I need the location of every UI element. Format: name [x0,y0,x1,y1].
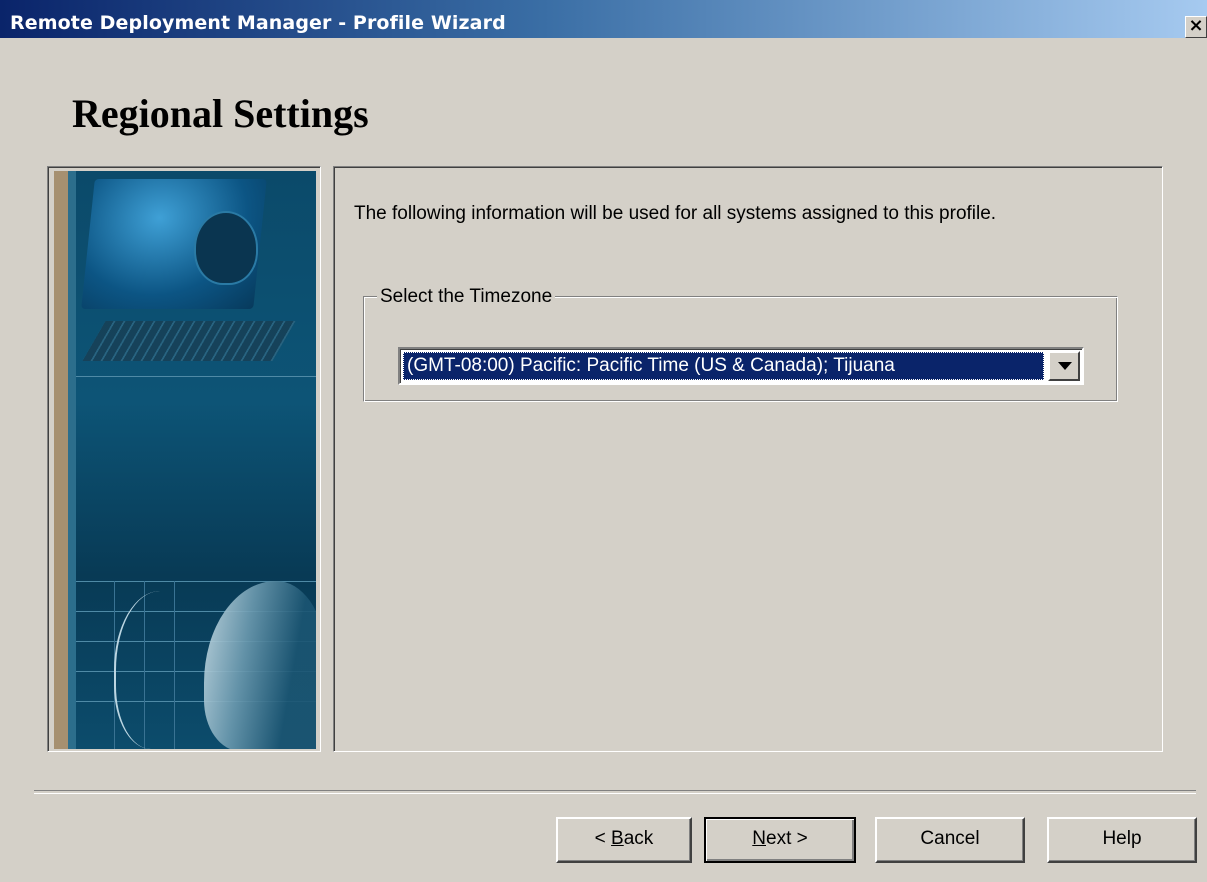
timezone-selected-value: (GMT-08:00) Pacific: Pacific Time (US & … [403,352,1044,380]
mouse-graphic [194,211,258,285]
wizard-illustration-frame [47,166,321,752]
next-label-rest: ext > [766,828,808,849]
back-accelerator: B [611,828,624,849]
next-accelerator: N [752,828,766,849]
close-button[interactable]: × [1185,16,1207,38]
title-bar: Remote Deployment Manager - Profile Wiza… [0,0,1207,38]
back-label-prefix: < [594,828,612,849]
button-divider [34,790,1196,794]
intro-text: The following information will be used f… [354,203,997,224]
keyboard-graphic [82,321,296,361]
timezone-dropdown-button[interactable] [1048,351,1080,381]
back-button[interactable]: < Back [556,817,692,863]
content-panel [333,166,1163,752]
help-button[interactable]: Help [1047,817,1197,863]
wizard-illustration [54,171,316,749]
next-button[interactable]: Next > [704,817,856,863]
cancel-button[interactable]: Cancel [875,817,1025,863]
window-title: Remote Deployment Manager - Profile Wiza… [10,12,506,34]
head-outline-graphic [114,591,206,749]
back-label-rest: ack [623,828,654,849]
chevron-down-icon [1058,362,1072,370]
head-silhouette-graphic [204,581,316,749]
page-heading: Regional Settings [72,91,369,136]
timezone-group-label: Select the Timezone [377,286,556,308]
timezone-select[interactable]: (GMT-08:00) Pacific: Pacific Time (US & … [398,347,1084,385]
close-icon: × [1188,15,1204,36]
